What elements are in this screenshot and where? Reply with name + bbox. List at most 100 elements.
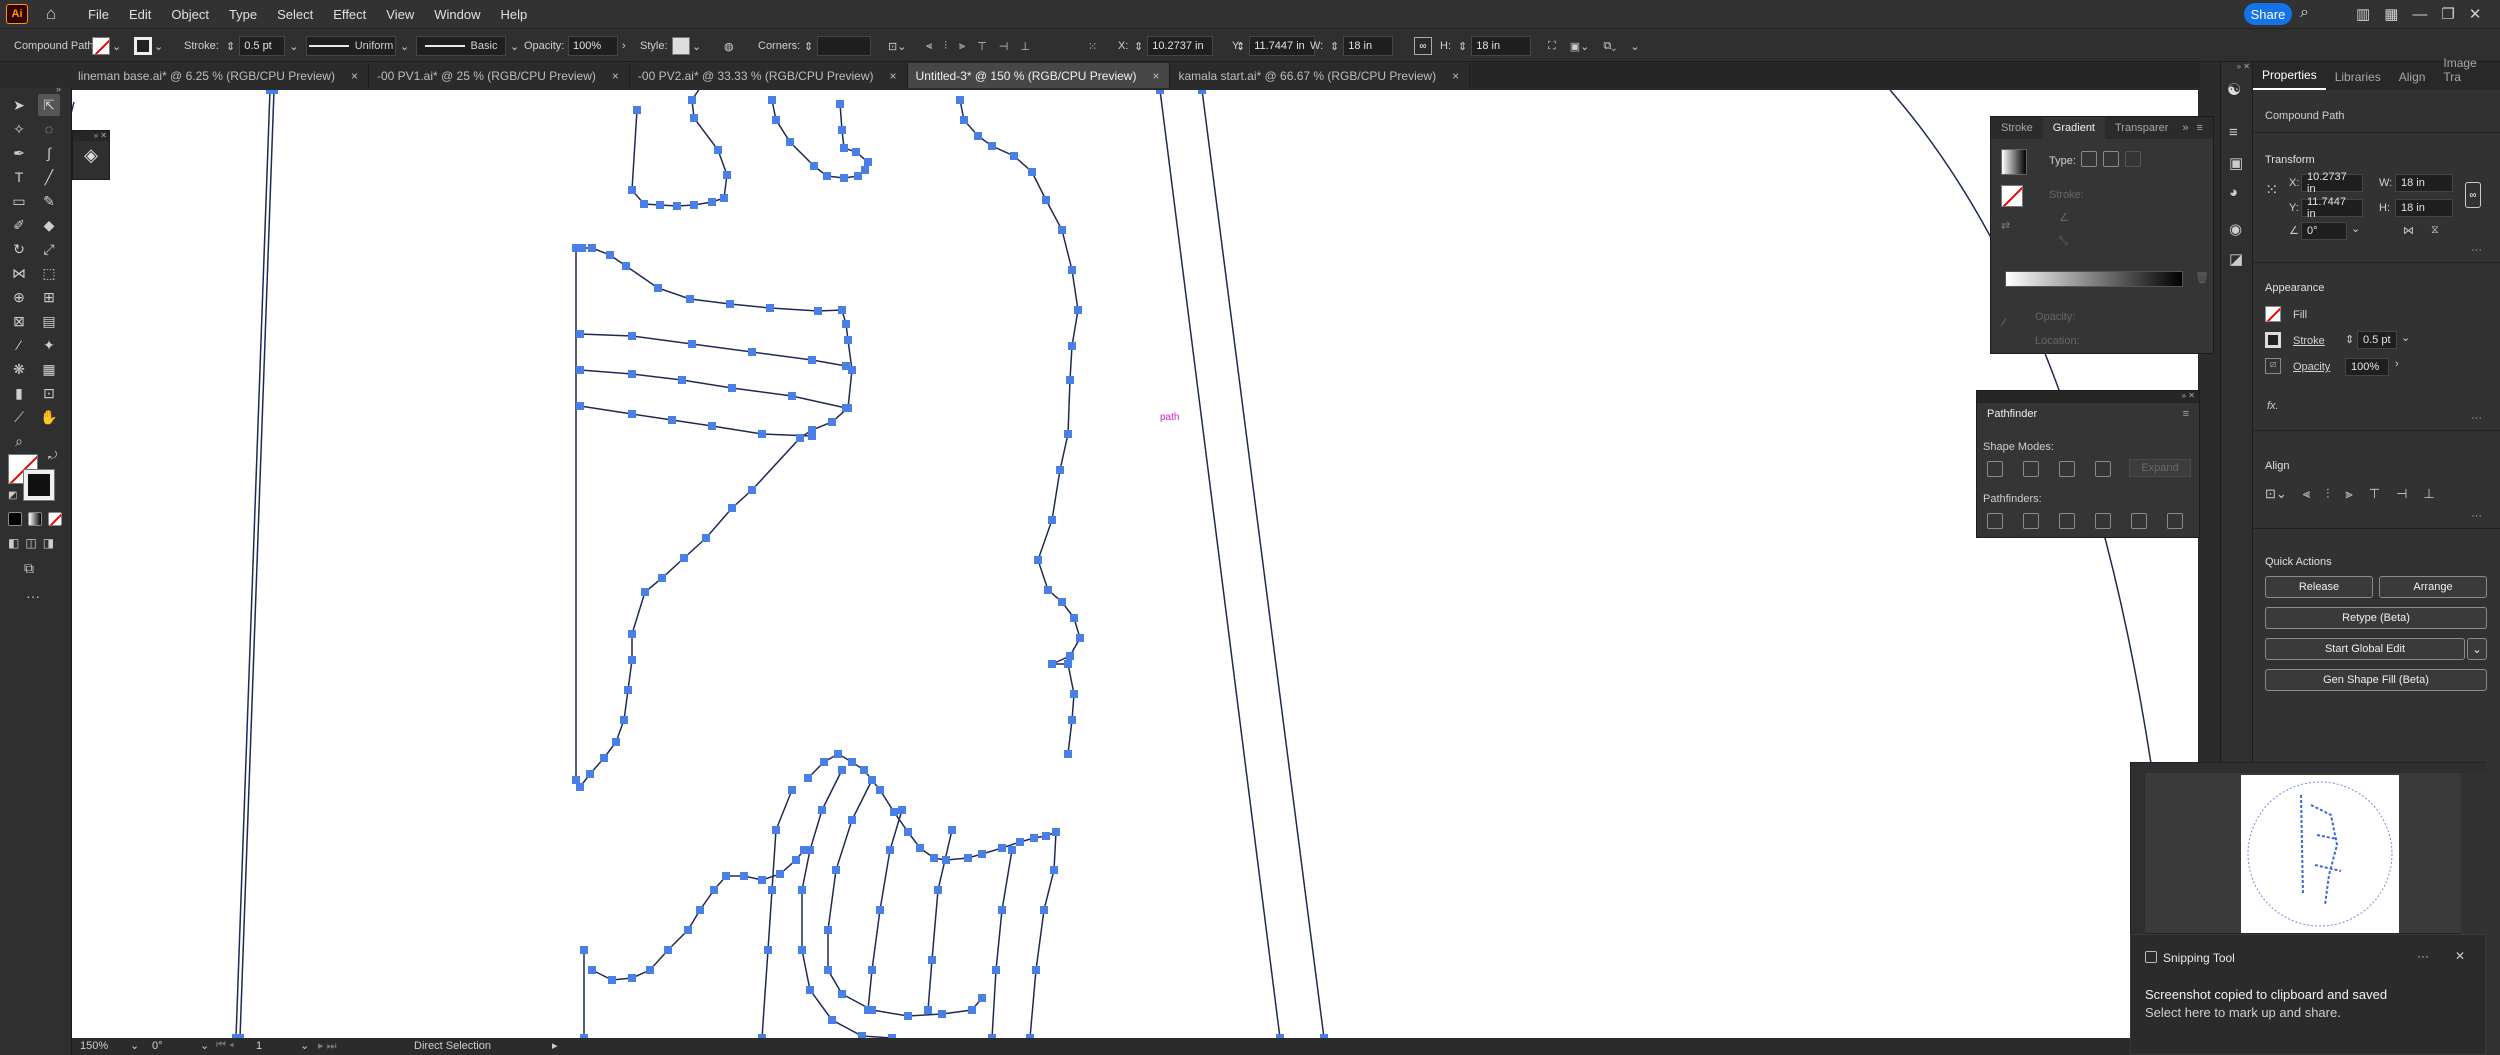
y-field[interactable]: 11.7447 in (2301, 196, 2363, 220)
anchor-point[interactable] (1048, 516, 1056, 524)
anchor-point[interactable] (580, 946, 588, 954)
anchor-point[interactable] (840, 144, 848, 152)
chevron-down-icon[interactable]: ⌄ (2351, 222, 2360, 235)
anchor-point[interactable] (622, 262, 630, 270)
h-field[interactable]: 18 in (2395, 199, 2453, 217)
stepper-icon[interactable]: ⇕ (1236, 40, 1245, 53)
swatches-panel-icon[interactable]: ◕ (2229, 184, 2238, 201)
anchor-point[interactable] (998, 844, 1006, 852)
anchor-point[interactable] (798, 946, 806, 954)
anchor-point[interactable] (576, 402, 584, 410)
color-panel-icon[interactable]: ◉ (2229, 220, 2242, 238)
anchor-point[interactable] (588, 244, 596, 252)
anchor-point[interactable] (728, 504, 736, 512)
anchor-point[interactable] (904, 1012, 912, 1020)
search-icon[interactable]: ⌕ (2300, 4, 2309, 22)
anchor-point[interactable] (840, 174, 848, 182)
anchor-point[interactable] (876, 786, 884, 794)
color-mode-icon[interactable] (8, 512, 22, 526)
anchor-point[interactable] (844, 336, 852, 344)
chevron-down-icon[interactable]: ⌄ (289, 40, 298, 53)
zoom-tool-icon[interactable]: ⌕ (8, 430, 30, 452)
artboard-number-field[interactable]: 1 (256, 1040, 262, 1052)
anchor-point[interactable] (696, 906, 704, 914)
chevron-down-icon[interactable]: ⌄ (112, 40, 121, 53)
anchor-point[interactable] (1008, 846, 1016, 854)
minus-front-icon[interactable] (2023, 461, 2039, 477)
anchor-point[interactable] (270, 90, 278, 94)
status-menu-icon[interactable]: ▸ (552, 1039, 558, 1052)
anchor-point[interactable] (838, 126, 846, 134)
reverse-gradient-icon[interactable]: ⇄ (2001, 219, 2010, 232)
tab-stroke[interactable]: Stroke (1991, 122, 2043, 134)
anchor-point[interactable] (664, 946, 672, 954)
menu-lines-icon[interactable]: ≡ (2229, 124, 2238, 141)
none-mode-icon[interactable] (48, 512, 62, 526)
share-button[interactable]: Share (2244, 3, 2292, 25)
transparency-panel-icon[interactable]: ◪ (2229, 250, 2243, 268)
anchor-point[interactable] (864, 1006, 872, 1014)
radial-gradient-icon[interactable] (2103, 151, 2119, 167)
screen-mode-icon[interactable]: ⧉ (24, 560, 34, 577)
anchor-point[interactable] (688, 96, 696, 104)
y-field[interactable]: 11.7447 in (1249, 36, 1316, 56)
anchor-point[interactable] (1064, 750, 1072, 758)
constrain-proportions-icon[interactable]: ∞ (1414, 37, 1432, 55)
delete-stop-icon[interactable]: 🗑 (2195, 271, 2209, 284)
anchor-point[interactable] (938, 1010, 946, 1018)
arrange-icon[interactable]: ▣⌄ (1570, 40, 1590, 53)
anchor-point[interactable] (690, 114, 698, 122)
anchor-point[interactable] (842, 362, 850, 370)
anchor-point[interactable] (1156, 90, 1164, 94)
align-vcenter-icon[interactable]: ⊣ (2396, 486, 2407, 502)
fill-label[interactable]: Fill (2293, 309, 2307, 321)
stroke-weight-field[interactable]: 0.5 pt (239, 36, 286, 56)
anchor-point[interactable] (1066, 376, 1074, 384)
hand-tool-icon[interactable]: ✋ (38, 406, 60, 428)
anchor-point[interactable] (956, 96, 964, 104)
anchor-point[interactable] (974, 132, 982, 140)
anchor-point[interactable] (861, 166, 869, 174)
anchor-point[interactable] (928, 956, 936, 964)
tab-properties[interactable]: Properties (2253, 68, 2326, 90)
notification-close-icon[interactable]: ✕ (2455, 949, 2465, 963)
stroke-label[interactable]: Stroke (2293, 335, 2325, 347)
anchor-point[interactable] (978, 994, 986, 1002)
anchor-point[interactable] (998, 906, 1006, 914)
align-hcenter-icon[interactable]: ⫶ (2326, 486, 2329, 502)
align-right-icon[interactable]: ⫸ (959, 40, 965, 53)
paintbrush-tool-icon[interactable]: ✎ (38, 190, 60, 212)
anchor-point[interactable] (808, 432, 816, 440)
artboard-tool-icon[interactable]: ⊡ (38, 382, 60, 404)
expand-button[interactable]: Expand (2129, 459, 2191, 477)
anchor-point[interactable] (688, 340, 696, 348)
anchor-point[interactable] (792, 856, 800, 864)
perspective-grid-tool-icon[interactable]: ⊞ (38, 286, 60, 308)
type-tool-icon[interactable]: T (8, 166, 30, 188)
anchor-point[interactable] (656, 201, 664, 209)
stepper-icon[interactable]: ⇕ (1134, 40, 1143, 53)
merge-icon[interactable] (2059, 513, 2075, 529)
fill-stroke-toggle-icon[interactable] (2001, 185, 2023, 207)
flip-vertical-icon[interactable]: ⧖ (2431, 224, 2439, 237)
brush-definition[interactable]: Basic (416, 36, 506, 56)
anchor-point[interactable] (824, 926, 832, 934)
slice-tool-icon[interactable]: ⟋ (8, 406, 30, 428)
stepper-icon[interactable]: ⇕ (1330, 40, 1339, 53)
global-edit-options-button[interactable]: ⌄ (2467, 638, 2487, 660)
shape-mode-icon[interactable]: ⧉⌄ (1603, 40, 1616, 53)
anchor-point[interactable] (1030, 834, 1038, 842)
retype-button[interactable]: Retype (Beta) (2265, 607, 2487, 629)
anchor-point[interactable] (1010, 152, 1018, 160)
tab-untitled-3[interactable]: Untitled-3* @ 150 % (RGB/CPU Preview) × (907, 63, 1171, 88)
anchor-point[interactable] (796, 434, 804, 442)
anchor-point[interactable] (572, 776, 580, 784)
menu-select[interactable]: Select (267, 7, 323, 22)
blend-tool-icon[interactable]: ✦ (38, 334, 60, 356)
anchor-point[interactable] (978, 850, 986, 858)
stepper-icon[interactable]: ⇕ (804, 40, 813, 53)
anchor-point[interactable] (680, 554, 688, 562)
anchor-point[interactable] (848, 816, 856, 824)
anchor-point[interactable] (968, 1006, 976, 1014)
anchor-point[interactable] (1052, 828, 1060, 836)
